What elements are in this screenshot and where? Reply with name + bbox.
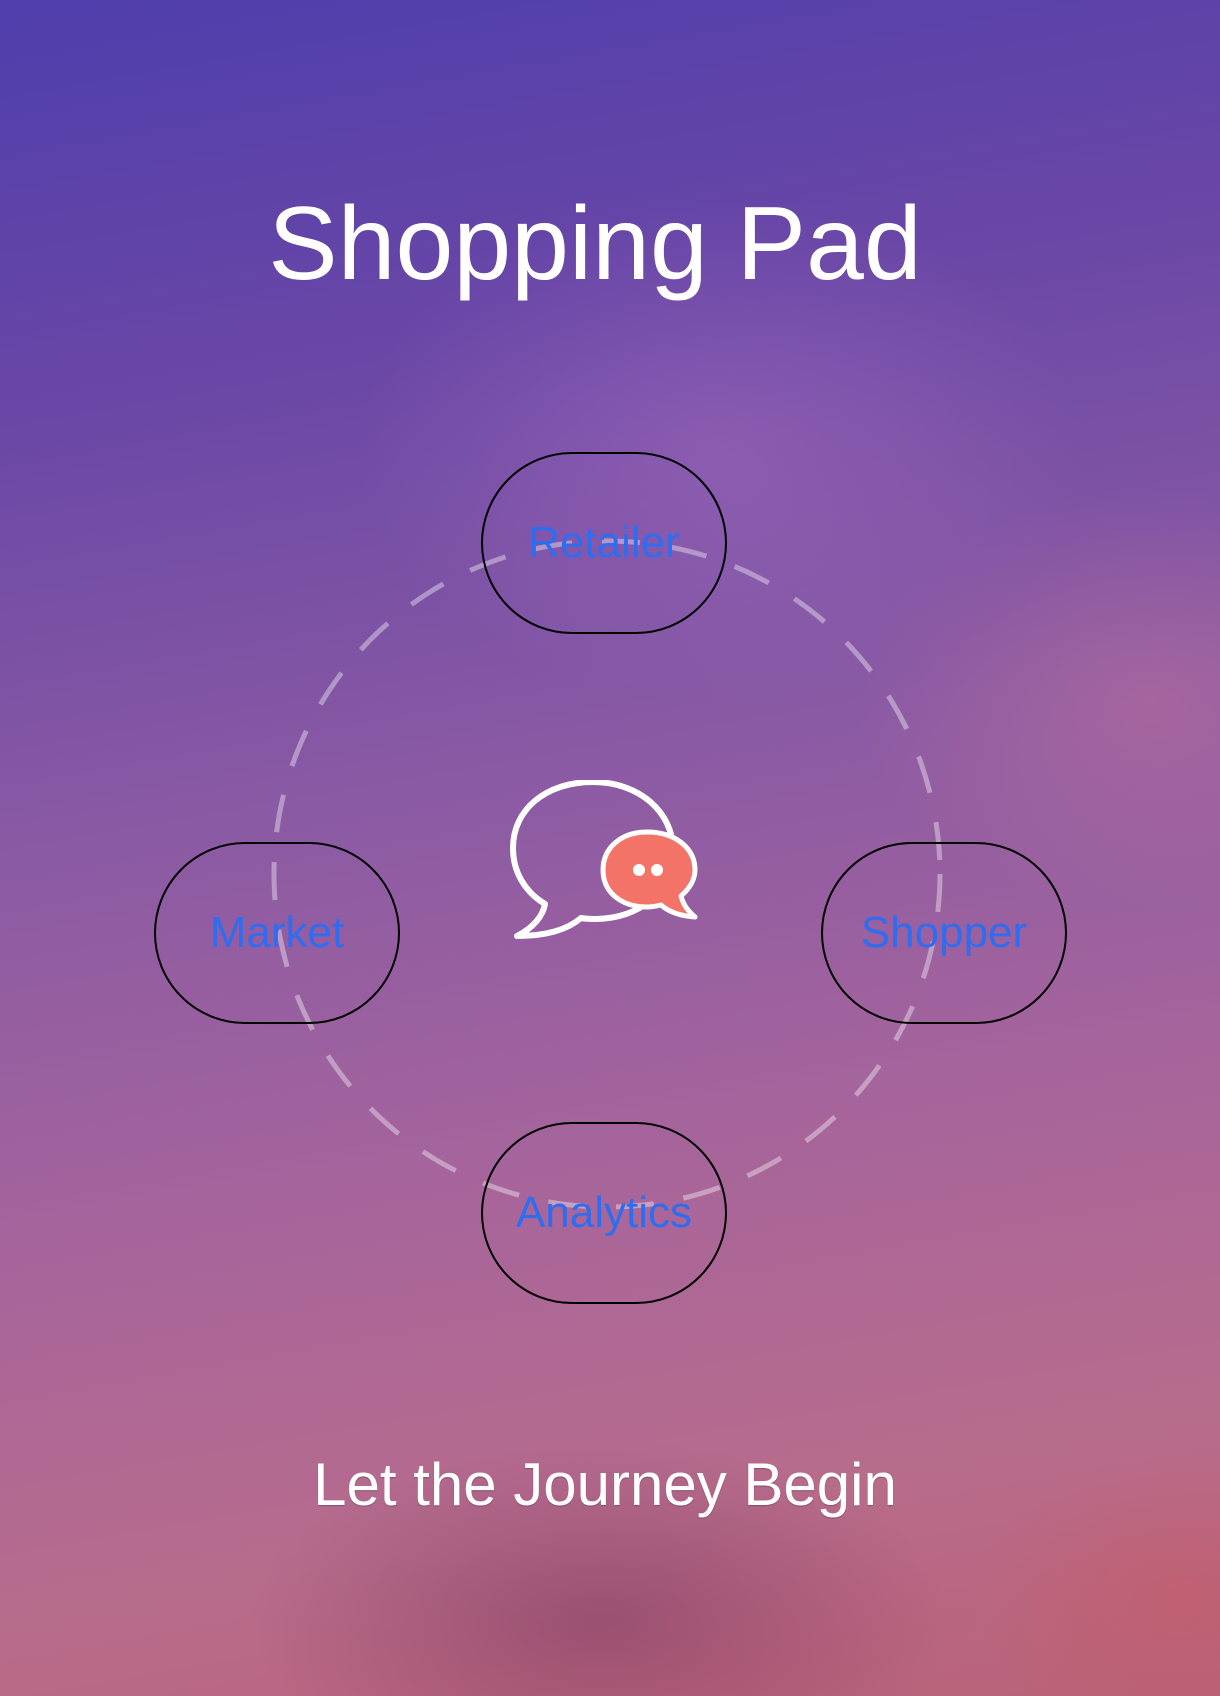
retailer-button[interactable]: Retailer [481,452,727,634]
analytics-button[interactable]: Analytics [481,1122,727,1304]
market-button[interactable]: Market [154,842,400,1024]
shopper-button[interactable]: Shopper [821,842,1067,1024]
chat-bubbles-icon [510,780,698,939]
tagline: Let the Journey Begin [313,1451,897,1518]
